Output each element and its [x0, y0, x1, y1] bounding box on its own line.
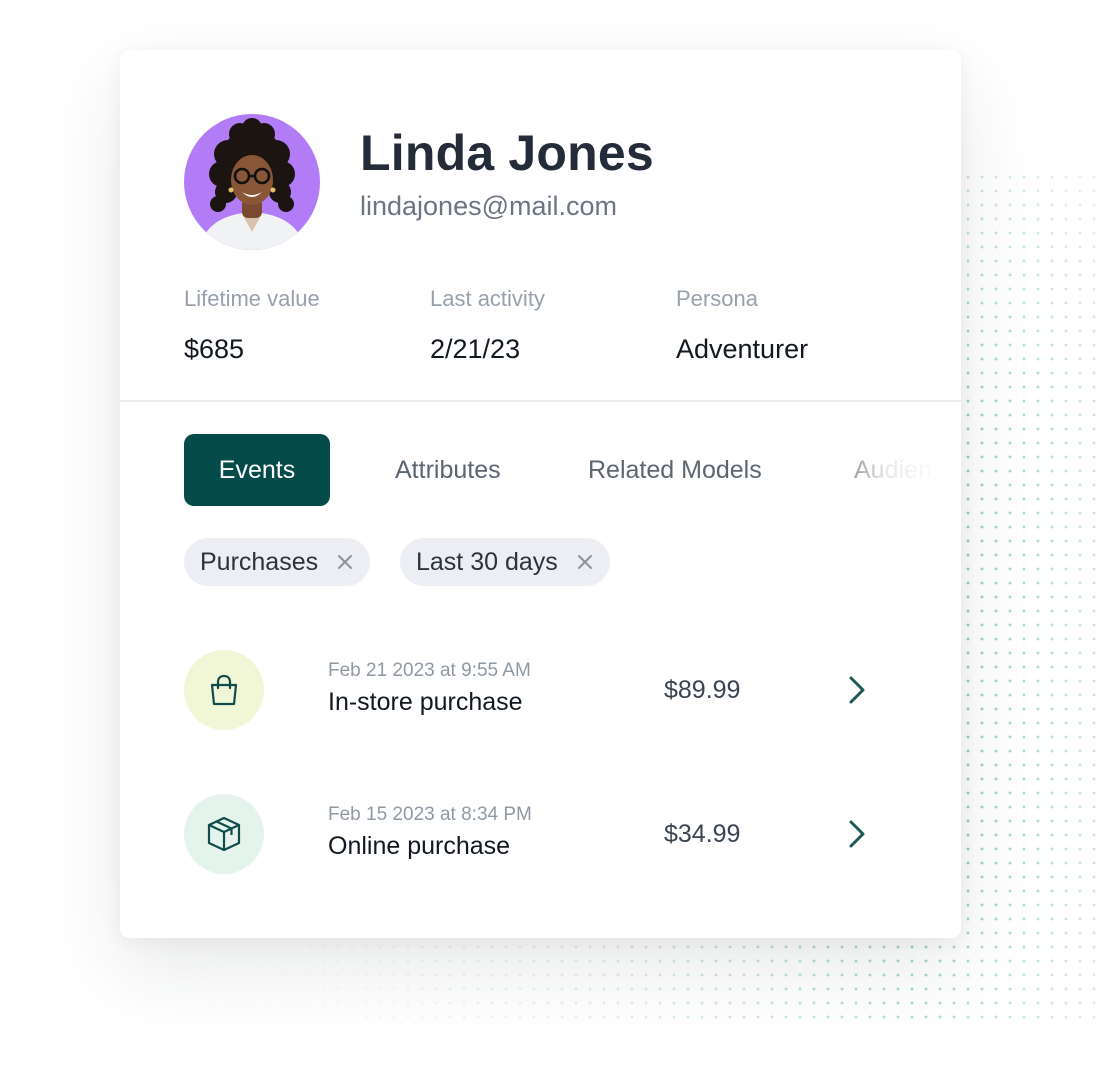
stat-lifetime-value: Lifetime value $685: [184, 286, 320, 365]
event-title: Online purchase: [328, 832, 511, 860]
close-icon[interactable]: [576, 553, 594, 571]
event-row-in-store-purchase[interactable]: Feb 21 2023 at 9:55 AM In-store purchase…: [184, 650, 894, 730]
stat-persona: Persona Adventurer: [676, 286, 808, 365]
tab-bar: Events Attributes Related Models Audien: [184, 434, 961, 506]
stat-label: Lifetime value: [184, 286, 320, 311]
event-title: In-store purchase: [328, 688, 523, 716]
package-box-icon: [207, 816, 241, 852]
section-divider: [120, 400, 961, 402]
event-icon-badge: [184, 794, 264, 874]
stat-value: 2/21/23: [430, 334, 521, 364]
shopping-bag-icon: [210, 674, 238, 706]
stat-value: Adventurer: [676, 334, 809, 364]
filter-chip-last-30-days[interactable]: Last 30 days: [400, 538, 610, 586]
avatar-photo: [184, 114, 320, 250]
tab-attributes[interactable]: Attributes: [395, 434, 501, 506]
event-amount: $34.99: [664, 820, 741, 848]
filter-chip-label: Last 30 days: [416, 547, 558, 576]
chevron-right-icon[interactable]: [846, 818, 868, 850]
customer-profile-card: Linda Jones lindajones@mail.com Lifetime…: [120, 50, 961, 938]
event-amount: $89.99: [664, 676, 741, 704]
chevron-right-icon[interactable]: [846, 674, 868, 706]
tab-related-models[interactable]: Related Models: [588, 434, 762, 506]
profile-email: lindajones@mail.com: [360, 191, 618, 221]
stat-value: $685: [184, 334, 245, 364]
filter-chip-purchases[interactable]: Purchases: [184, 538, 371, 586]
event-date: Feb 21 2023 at 9:55 AM: [328, 660, 531, 681]
profile-name: Linda Jones: [360, 125, 654, 181]
event-icon-badge: [184, 650, 264, 730]
tab-events[interactable]: Events: [184, 434, 330, 506]
event-date: Feb 15 2023 at 8:34 PM: [328, 804, 532, 825]
stat-last-activity: Last activity 2/21/23: [430, 286, 545, 365]
tab-audiences[interactable]: Audien: [854, 434, 932, 506]
filter-chip-label: Purchases: [200, 547, 319, 576]
event-row-online-purchase[interactable]: Feb 15 2023 at 8:34 PM Online purchase $…: [184, 794, 894, 874]
stat-label: Persona: [676, 286, 758, 311]
close-icon[interactable]: [336, 553, 354, 571]
stat-label: Last activity: [430, 286, 545, 311]
avatar: [184, 114, 320, 250]
